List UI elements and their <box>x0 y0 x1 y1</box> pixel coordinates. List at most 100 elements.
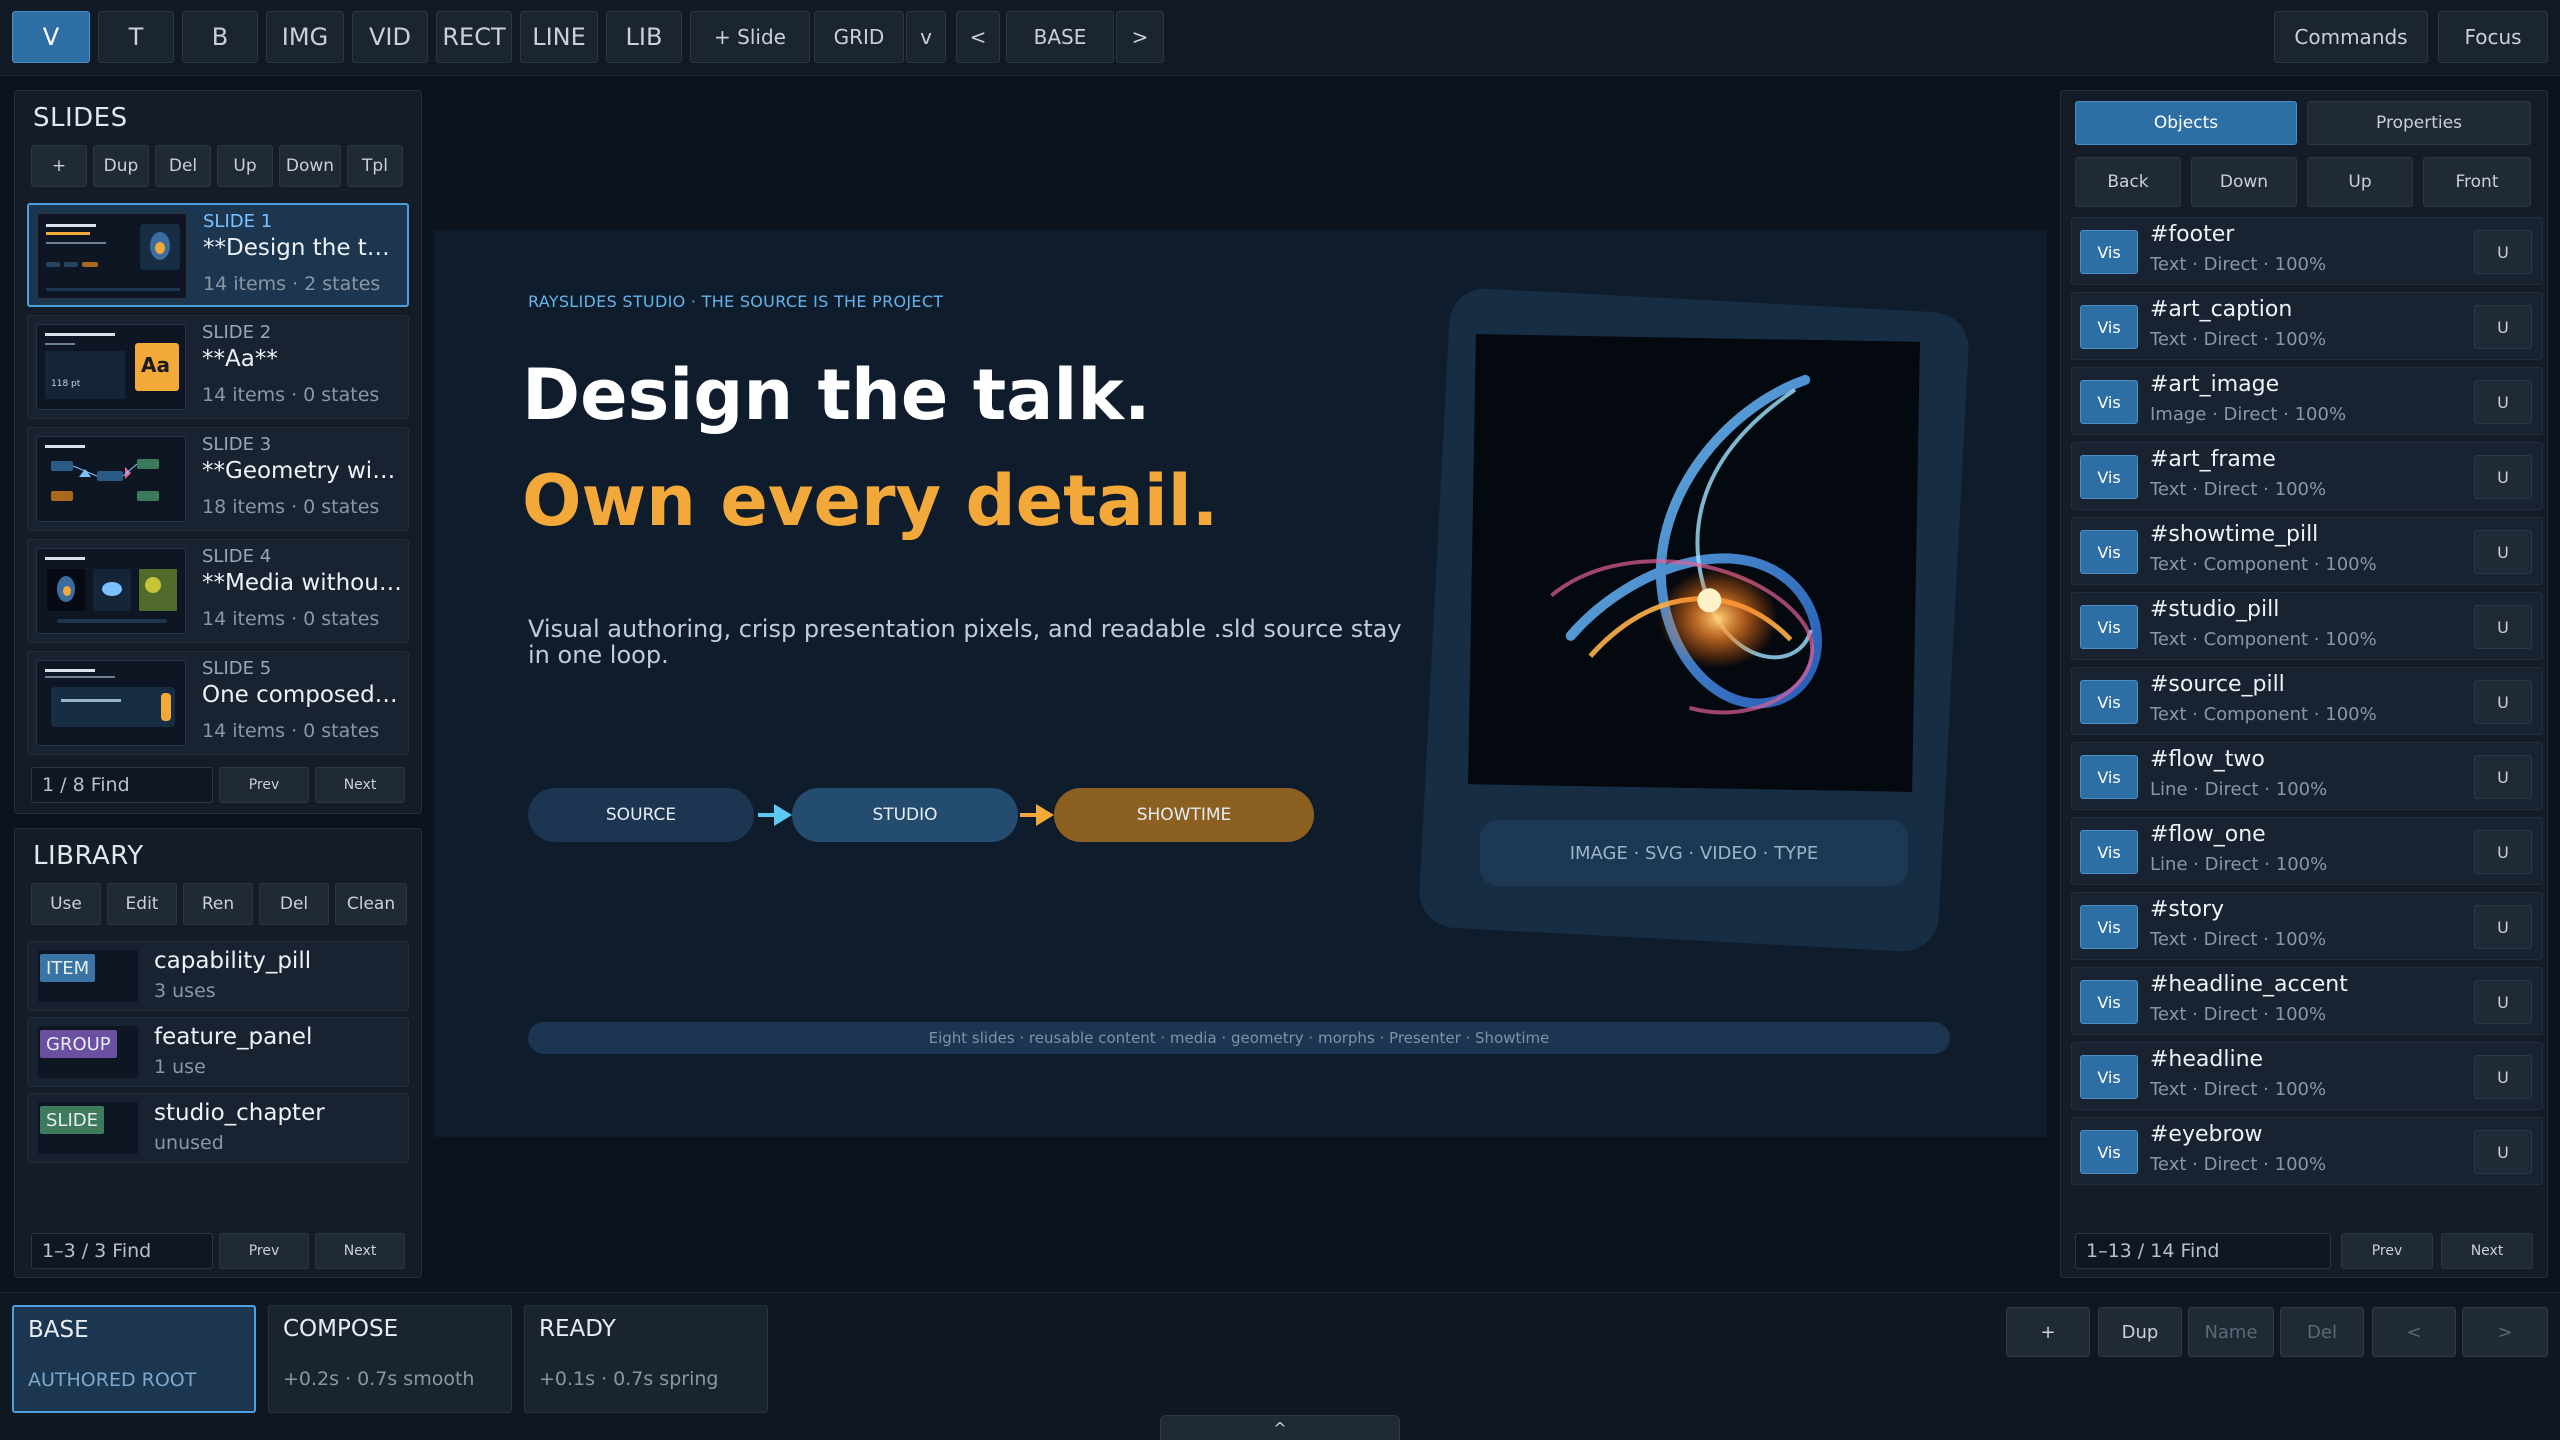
unlock-button[interactable]: U <box>2474 830 2532 874</box>
slide-card[interactable]: SLIDE 4 **Media without... 14 items · 0 … <box>27 539 409 643</box>
delete-slide-button[interactable]: Del <box>155 145 211 187</box>
send-backward-button[interactable]: Down <box>2191 157 2297 207</box>
slides-next-button[interactable]: Next <box>315 767 405 803</box>
unlock-button[interactable]: U <box>2474 455 2532 499</box>
object-row[interactable]: Vis #headline_accent Text · Direct · 100… <box>2071 967 2543 1035</box>
visibility-toggle[interactable]: Vis <box>2080 605 2138 649</box>
slide-card[interactable]: SLIDE 5 One composed c... 14 items · 0 s… <box>27 651 409 755</box>
tool-box-button[interactable]: B <box>182 11 258 63</box>
library-item[interactable]: SLIDE studio_chapter unused <box>27 1093 409 1163</box>
collapse-handle[interactable]: ^ <box>1160 1415 1400 1440</box>
move-state-left-button[interactable]: < <box>2372 1307 2456 1357</box>
unlock-button[interactable]: U <box>2474 1055 2532 1099</box>
unlock-button[interactable]: U <box>2474 680 2532 724</box>
footer-strip[interactable]: Eight slides · reusable content · media … <box>528 1022 1950 1054</box>
state-name-field[interactable]: BASE <box>1006 11 1114 63</box>
duplicate-state-button[interactable]: Dup <box>2098 1307 2182 1357</box>
object-row[interactable]: Vis #art_caption Text · Direct · 100% U <box>2071 292 2543 360</box>
visibility-toggle[interactable]: Vis <box>2080 755 2138 799</box>
focus-button[interactable]: Focus <box>2438 11 2548 63</box>
flow-two-arrow-icon[interactable] <box>1018 800 1056 830</box>
library-rename-button[interactable]: Ren <box>183 883 253 925</box>
library-find-input[interactable]: 1–3 / 3 Find <box>31 1233 213 1269</box>
tool-video-button[interactable]: VID <box>352 11 428 63</box>
library-prev-button[interactable]: Prev <box>219 1233 309 1269</box>
object-row[interactable]: Vis #art_image Image · Direct · 100% U <box>2071 367 2543 435</box>
library-item[interactable]: ITEM capability_pill 3 uses <box>27 941 409 1011</box>
art-image[interactable] <box>1468 334 1920 792</box>
object-row[interactable]: Vis #flow_one Line · Direct · 100% U <box>2071 817 2543 885</box>
unlock-button[interactable]: U <box>2474 380 2532 424</box>
objects-find-input[interactable]: 1–13 / 14 Find <box>2075 1233 2331 1269</box>
tab-properties[interactable]: Properties <box>2307 101 2531 145</box>
object-row[interactable]: Vis #source_pill Text · Component · 100%… <box>2071 667 2543 735</box>
duplicate-slide-button[interactable]: Dup <box>93 145 149 187</box>
object-row[interactable]: Vis #showtime_pill Text · Component · 10… <box>2071 517 2543 585</box>
add-state-button[interactable]: + <box>2006 1307 2090 1357</box>
visibility-toggle[interactable]: Vis <box>2080 1055 2138 1099</box>
visibility-toggle[interactable]: Vis <box>2080 830 2138 874</box>
state-card-ready[interactable]: READY +0.1s · 0.7s spring <box>524 1305 768 1413</box>
eyebrow-text[interactable]: RAYSLIDES STUDIO · THE SOURCE IS THE PRO… <box>528 292 943 311</box>
visibility-toggle[interactable]: Vis <box>2080 380 2138 424</box>
headline-text[interactable]: Design the talk. <box>522 354 1151 436</box>
add-slide-button[interactable]: + Slide <box>690 11 810 63</box>
object-row[interactable]: Vis #footer Text · Direct · 100% U <box>2071 217 2543 285</box>
next-state-button[interactable]: > <box>1116 11 1164 63</box>
slide-card[interactable]: SLIDE 3 **Geometry with... 18 items · 0 … <box>27 427 409 531</box>
slides-find-input[interactable]: 1 / 8 Find <box>31 767 213 803</box>
visibility-toggle[interactable]: Vis <box>2080 980 2138 1024</box>
unlock-button[interactable]: U <box>2474 1130 2532 1174</box>
library-delete-button[interactable]: Del <box>259 883 329 925</box>
slide-canvas[interactable]: RAYSLIDES STUDIO · THE SOURCE IS THE PRO… <box>434 230 2047 1137</box>
visibility-toggle[interactable]: Vis <box>2080 305 2138 349</box>
studio-pill[interactable]: STUDIO <box>792 788 1018 842</box>
unlock-button[interactable]: U <box>2474 905 2532 949</box>
visibility-toggle[interactable]: Vis <box>2080 230 2138 274</box>
unlock-button[interactable]: U <box>2474 755 2532 799</box>
tool-rect-button[interactable]: RECT <box>436 11 512 63</box>
slide-card[interactable]: Aa 118 pt SLIDE 2 **Aa** 14 items · 0 st… <box>27 315 409 419</box>
object-row[interactable]: Vis #eyebrow Text · Direct · 100% U <box>2071 1117 2543 1185</box>
move-state-right-button[interactable]: > <box>2462 1307 2548 1357</box>
move-slide-down-button[interactable]: Down <box>279 145 341 187</box>
move-slide-up-button[interactable]: Up <box>217 145 273 187</box>
object-row[interactable]: Vis #headline Text · Direct · 100% U <box>2071 1042 2543 1110</box>
flow-one-arrow-icon[interactable] <box>756 800 794 830</box>
delete-state-button[interactable]: Del <box>2280 1307 2364 1357</box>
grid-menu-button[interactable]: v <box>906 11 946 63</box>
state-card-compose[interactable]: COMPOSE +0.2s · 0.7s smooth <box>268 1305 512 1413</box>
unlock-button[interactable]: U <box>2474 605 2532 649</box>
story-text[interactable]: Visual authoring, crisp presentation pix… <box>528 616 1408 668</box>
unlock-button[interactable]: U <box>2474 305 2532 349</box>
library-edit-button[interactable]: Edit <box>107 883 177 925</box>
visibility-toggle[interactable]: Vis <box>2080 455 2138 499</box>
tool-select-button[interactable]: V <box>12 11 90 63</box>
grid-button[interactable]: GRID <box>814 11 904 63</box>
state-card-base[interactable]: BASE AUTHORED ROOT <box>12 1305 256 1413</box>
unlock-button[interactable]: U <box>2474 230 2532 274</box>
tool-text-button[interactable]: T <box>98 11 174 63</box>
template-button[interactable]: Tpl <box>347 145 403 187</box>
library-next-button[interactable]: Next <box>315 1233 405 1269</box>
object-row[interactable]: Vis #art_frame Text · Direct · 100% U <box>2071 442 2543 510</box>
source-pill[interactable]: SOURCE <box>528 788 754 842</box>
object-row[interactable]: Vis #flow_two Line · Direct · 100% U <box>2071 742 2543 810</box>
slide-card[interactable]: SLIDE 1 **Design the talk... 14 items · … <box>27 203 409 307</box>
tab-objects[interactable]: Objects <box>2075 101 2297 145</box>
slides-prev-button[interactable]: Prev <box>219 767 309 803</box>
art-caption[interactable]: IMAGE · SVG · VIDEO · TYPE <box>1480 820 1908 886</box>
object-row[interactable]: Vis #studio_pill Text · Component · 100%… <box>2071 592 2543 660</box>
tool-image-button[interactable]: IMG <box>266 11 344 63</box>
library-clean-button[interactable]: Clean <box>335 883 407 925</box>
showtime-pill[interactable]: SHOWTIME <box>1054 788 1314 842</box>
visibility-toggle[interactable]: Vis <box>2080 530 2138 574</box>
headline-accent-text[interactable]: Own every detail. <box>522 460 1218 542</box>
unlock-button[interactable]: U <box>2474 980 2532 1024</box>
bring-to-front-button[interactable]: Front <box>2423 157 2531 207</box>
visibility-toggle[interactable]: Vis <box>2080 680 2138 724</box>
tool-line-button[interactable]: LINE <box>520 11 598 63</box>
visibility-toggle[interactable]: Vis <box>2080 1130 2138 1174</box>
library-use-button[interactable]: Use <box>31 883 101 925</box>
commands-button[interactable]: Commands <box>2274 11 2428 63</box>
